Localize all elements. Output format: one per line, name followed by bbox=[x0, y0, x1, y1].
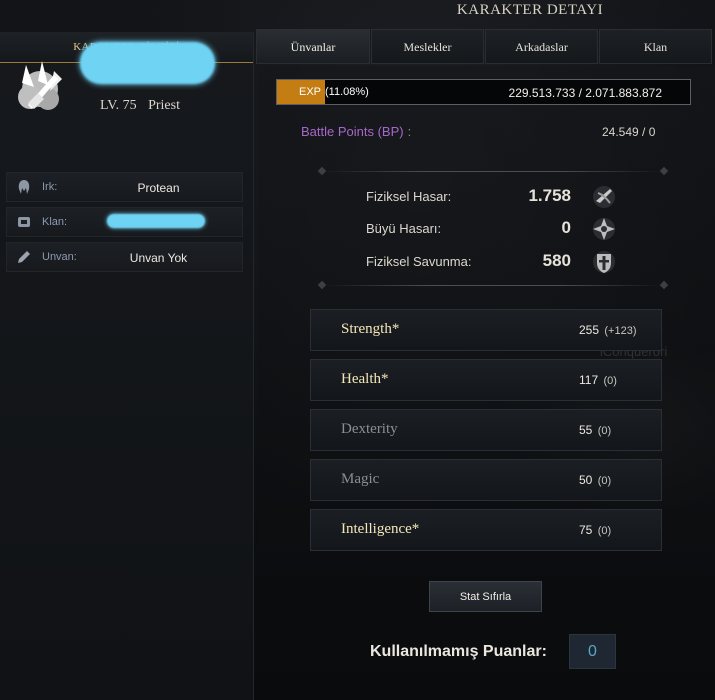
clan-label: Klan: bbox=[42, 216, 68, 228]
pen-icon bbox=[16, 249, 32, 265]
character-info-panel: KARAKTER BİLGİSİ bbox=[0, 32, 254, 700]
stat-row-strength[interactable]: Strength* 255 (+123) bbox=[310, 309, 662, 351]
stat-base: 117 bbox=[579, 373, 599, 387]
exp-label: EXP bbox=[299, 86, 322, 98]
physical-defense-value: 580 bbox=[542, 251, 571, 270]
stat-row-health[interactable]: Health* 117 (0) bbox=[310, 359, 662, 401]
stat-bonus: (+123) bbox=[604, 325, 637, 337]
exp-value: 229.513.733 / 2.071.883.872 bbox=[508, 86, 662, 100]
physical-defense-icon bbox=[590, 248, 618, 276]
battle-points-label: Battle Points (BP): bbox=[301, 124, 411, 139]
stat-bonus: (0) bbox=[603, 375, 617, 387]
stat-name: Strength* bbox=[341, 321, 400, 337]
unused-points-label: Kullanılmamış Puanlar: bbox=[370, 643, 547, 660]
stat-row-magic[interactable]: Magic 50 (0) bbox=[310, 459, 662, 501]
stat-base: 55 bbox=[579, 423, 593, 437]
divider-bottom bbox=[323, 285, 663, 286]
stat-name: Magic bbox=[341, 471, 380, 487]
battle-points-colon: : bbox=[407, 124, 412, 139]
window-title: KARAKTER DETAYI bbox=[456, 2, 604, 18]
battle-points-value: 24.549 / 0 bbox=[602, 125, 656, 139]
exp-bar: EXP (11.08%) 229.513.733 / 2.071.883.872 bbox=[276, 79, 691, 105]
magic-damage-icon bbox=[590, 215, 618, 243]
stat-value: 255 (+123) bbox=[579, 323, 636, 337]
stat-bonus: (0) bbox=[597, 425, 612, 437]
stat-base: 50 bbox=[579, 473, 593, 487]
clan-name-redacted bbox=[107, 214, 205, 228]
tab-professions[interactable]: Meslekler bbox=[371, 29, 484, 64]
class-emblem-icon bbox=[8, 57, 72, 121]
stat-value: 50 (0) bbox=[579, 473, 611, 487]
tab-friends[interactable]: Arkadaslar bbox=[485, 29, 598, 64]
combat-stat-magic-damage: Büyü Hasarı: 0 bbox=[366, 217, 646, 241]
tab-titles[interactable]: Ünvanlar bbox=[256, 29, 370, 64]
magic-damage-label: Büyü Hasarı: bbox=[366, 221, 442, 236]
title-label: Unvan: bbox=[42, 251, 77, 263]
combat-stat-physical-damage: Fiziksel Hasar: 1.758 bbox=[366, 185, 646, 209]
stat-row-dexterity[interactable]: Dexterity 55 (0) bbox=[310, 409, 662, 451]
stat-bonus: (0) bbox=[597, 525, 612, 537]
stat-name: Dexterity bbox=[341, 421, 398, 437]
unused-points-value: 0 bbox=[569, 634, 616, 669]
stat-reset-button[interactable]: Stat Sıfırla bbox=[429, 581, 542, 612]
battle-points-label-text: Battle Points (BP) bbox=[301, 124, 404, 139]
stat-value: 75 (0) bbox=[579, 523, 611, 537]
character-level: LV. 75 bbox=[100, 98, 137, 113]
physical-damage-label: Fiziksel Hasar: bbox=[366, 189, 452, 204]
stat-value: 55 (0) bbox=[579, 423, 611, 437]
title-value: Unvan Yok bbox=[129, 251, 188, 265]
level-class-line: LV. 75 Priest bbox=[100, 98, 188, 114]
tab-clan[interactable]: Klan bbox=[599, 29, 712, 64]
clan-row: Klan: bbox=[6, 207, 243, 237]
stat-base: 255 bbox=[579, 323, 600, 337]
stat-row-intelligence[interactable]: Intelligence* 75 (0) bbox=[310, 509, 662, 551]
magic-damage-value: 0 bbox=[561, 218, 571, 237]
exp-percent: (11.08%) bbox=[325, 86, 369, 98]
divider-top bbox=[323, 171, 663, 172]
physical-damage-value: 1.758 bbox=[528, 186, 571, 205]
physical-damage-icon bbox=[590, 183, 618, 211]
race-icon bbox=[16, 179, 32, 195]
stat-bonus: (0) bbox=[597, 475, 612, 487]
character-name-redacted bbox=[80, 42, 215, 84]
race-value: Protean bbox=[137, 181, 180, 195]
clan-shield-icon bbox=[16, 214, 32, 230]
race-label: Irk: bbox=[42, 181, 58, 193]
stat-base: 75 bbox=[579, 523, 593, 537]
race-row: Irk: Protean bbox=[6, 172, 243, 202]
stat-name: Health* bbox=[341, 371, 389, 387]
stat-value: 117 (0) bbox=[579, 373, 617, 387]
stat-name: Intelligence* bbox=[341, 521, 420, 537]
character-class: Priest bbox=[148, 98, 180, 113]
title-row: Unvan: Unvan Yok bbox=[6, 242, 243, 272]
combat-stat-physical-defense: Fiziksel Savunma: 580 bbox=[366, 250, 646, 274]
physical-defense-label: Fiziksel Savunma: bbox=[366, 254, 472, 269]
